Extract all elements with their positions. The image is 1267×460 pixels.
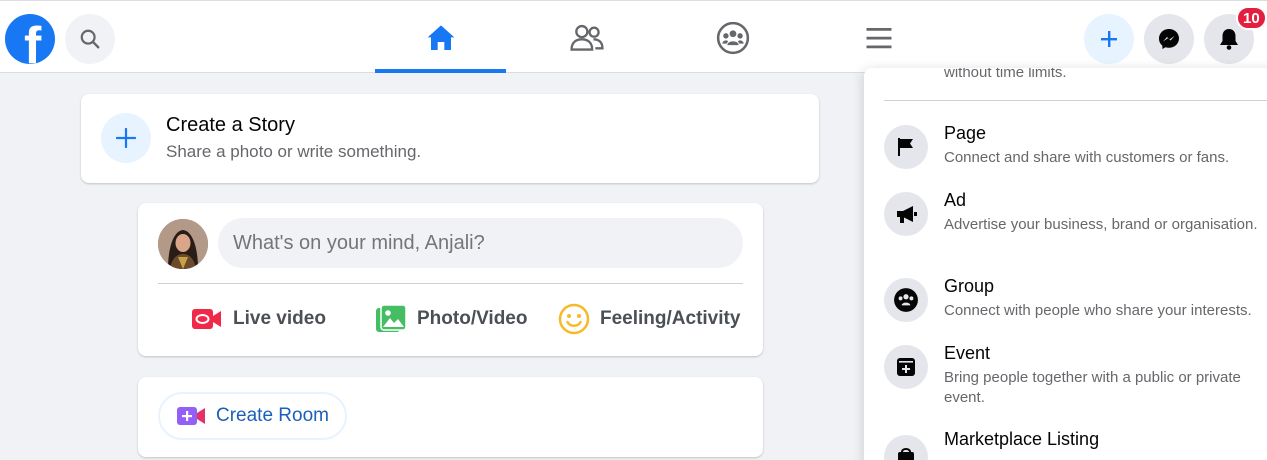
notifications-badge: 10 <box>1236 6 1267 30</box>
flag-icon <box>898 138 913 156</box>
story-title: Create a Story <box>166 114 295 136</box>
photo-icon <box>376 304 407 332</box>
hamburger-icon <box>866 27 891 48</box>
composer-divider <box>158 283 743 284</box>
messenger-button[interactable] <box>1144 14 1194 64</box>
create-story-card[interactable]: Create a Story Share a photo or write so… <box>81 94 819 183</box>
smiley-icon <box>558 303 590 335</box>
menu-item-group[interactable]: Group Connect with people who share your… <box>884 276 1267 326</box>
menu-item-description: Advertise your business, brand or organi… <box>944 216 1258 233</box>
feeling-activity-label: Feeling/Activity <box>600 308 741 329</box>
top-navigation-bar: f 10 <box>0 0 1267 73</box>
menu-divider <box>884 100 1267 101</box>
create-room-label: Create Room <box>216 405 329 426</box>
tab-menu[interactable] <box>813 2 944 73</box>
plus-icon <box>116 128 136 148</box>
live-video-label: Live video <box>233 308 326 329</box>
facebook-logo-icon[interactable]: f <box>5 14 55 64</box>
menu-item-title: Event <box>944 343 991 363</box>
tab-friends[interactable] <box>521 2 652 73</box>
photo-video-button[interactable]: Photo/Video <box>375 299 527 339</box>
avatar[interactable] <box>158 219 208 269</box>
feeling-activity-button[interactable]: Feeling/Activity <box>558 299 740 339</box>
live-video-button[interactable]: Live video <box>191 299 326 339</box>
create-room-card: Create Room <box>138 377 763 457</box>
group-icon <box>894 288 918 312</box>
menu-item-description: Connect and share with customers or fans… <box>944 149 1230 166</box>
menu-item-title: Ad <box>944 190 967 210</box>
home-icon <box>427 24 454 50</box>
menu-item-title: Marketplace Listing <box>944 429 1100 449</box>
create-room-button[interactable]: Create Room <box>158 392 347 440</box>
story-subtitle: Share a photo or write something. <box>166 142 422 161</box>
create-menu-dropdown: without time limits. Page Connect and sh… <box>864 68 1267 460</box>
live-video-icon <box>192 309 221 329</box>
search-icon <box>80 29 100 49</box>
menu-item-title: Group <box>944 276 995 296</box>
menu-item-marketplace-listing[interactable]: Marketplace Listing <box>884 429 1267 460</box>
photo-video-label: Photo/Video <box>417 308 528 329</box>
menu-item-page[interactable]: Page Connect and share with customers or… <box>884 123 1267 173</box>
menu-item-title: Page <box>944 123 987 143</box>
post-input[interactable] <box>218 218 743 268</box>
video-plus-icon <box>177 407 205 425</box>
tab-groups[interactable] <box>667 2 798 73</box>
messenger-icon <box>1159 29 1179 49</box>
friends-icon <box>569 24 604 51</box>
menu-item-ad[interactable]: Ad Advertise your business, brand or org… <box>884 190 1267 260</box>
menu-item-event[interactable]: Event Bring people together with a publi… <box>884 343 1267 413</box>
menu-item-description: Connect with people who share your inter… <box>944 302 1252 319</box>
story-plus-button[interactable] <box>101 113 151 163</box>
post-composer-card: Live video Photo/Video Feeling/Activity <box>138 203 763 356</box>
bell-icon <box>1220 29 1238 50</box>
previous-item-description: without time limits. <box>944 68 1067 81</box>
calendar-plus-icon <box>897 358 915 376</box>
profile-photo-icon <box>158 219 208 269</box>
tab-home[interactable] <box>375 2 506 73</box>
plus-icon <box>1101 31 1117 47</box>
create-button[interactable] <box>1084 14 1134 64</box>
shopping-bag-icon <box>898 448 914 460</box>
search-button[interactable] <box>65 14 115 64</box>
menu-item-description: Bring people together with a public or p… <box>944 369 1241 406</box>
groups-icon <box>716 21 749 54</box>
megaphone-icon <box>897 206 917 223</box>
